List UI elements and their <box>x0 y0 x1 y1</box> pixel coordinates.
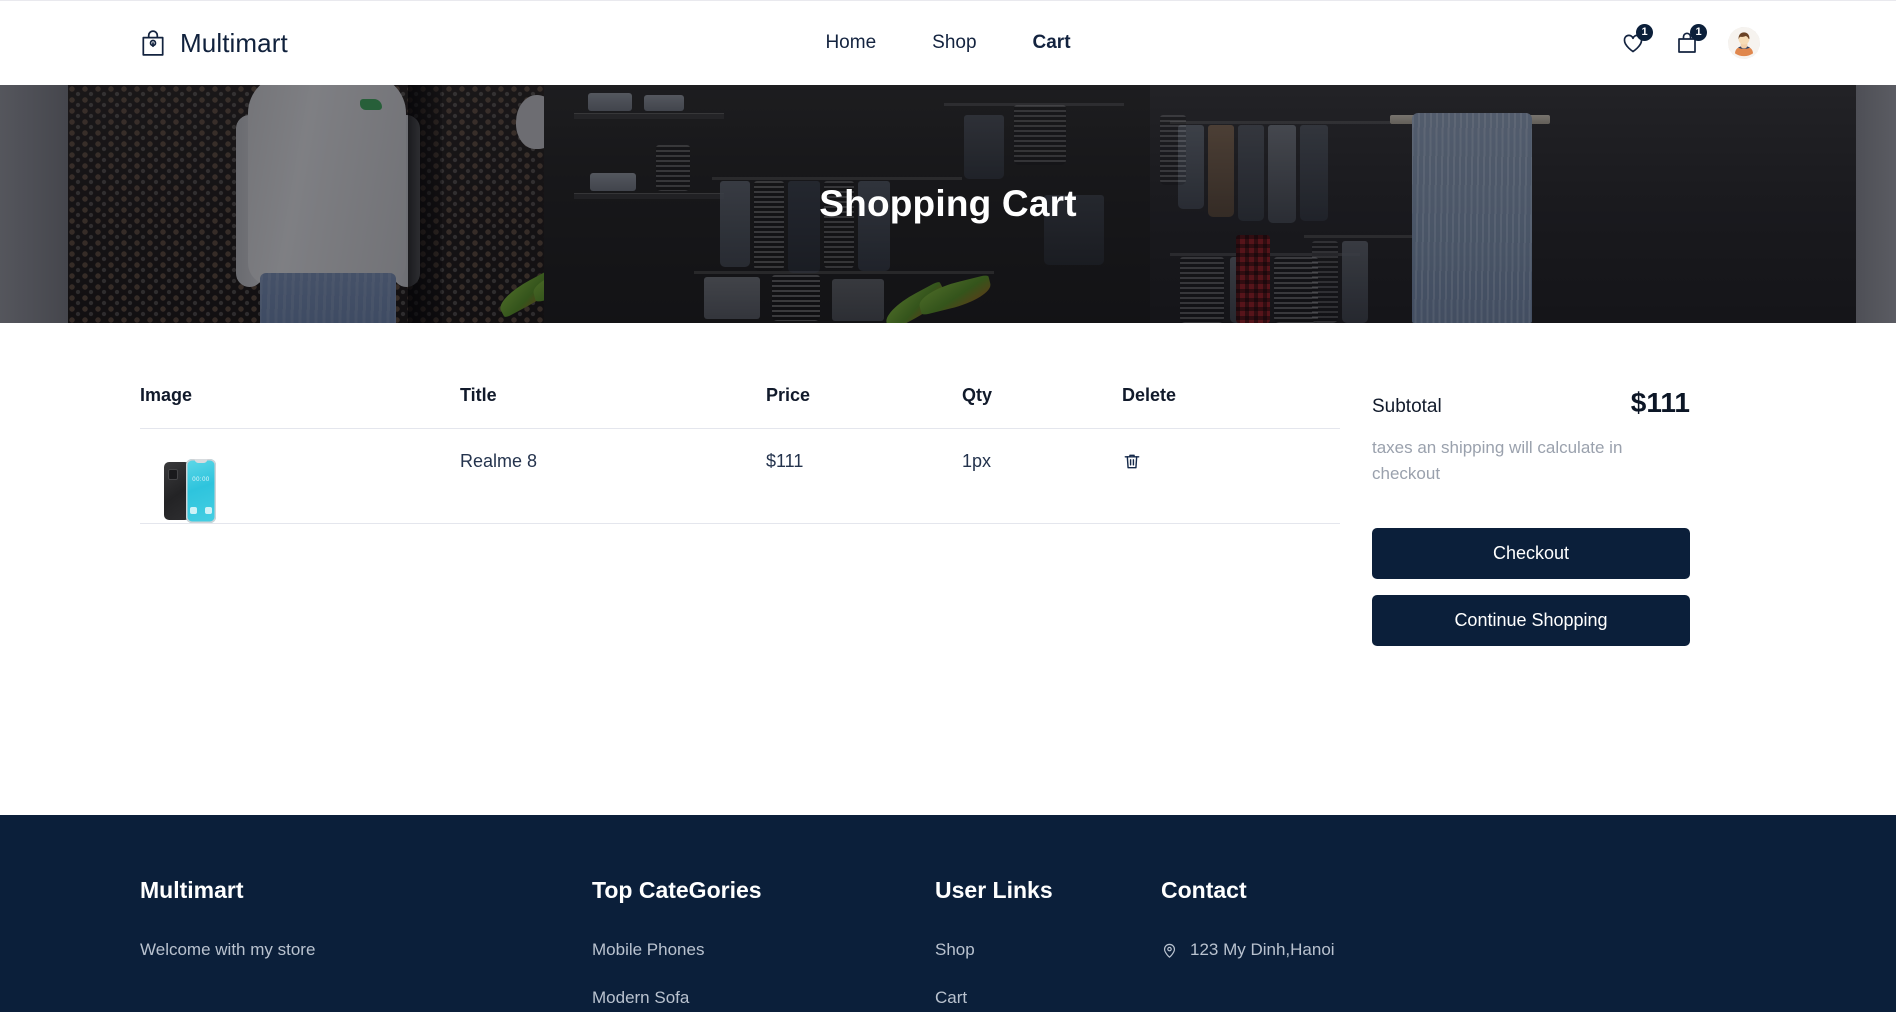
page-title: Shopping Cart <box>819 183 1077 224</box>
footer-brand-column: Multimart Welcome with my store <box>140 877 592 1012</box>
cell-price: $111 <box>766 451 804 471</box>
table-row: 00:00 Realme 8 $111 1px <box>140 429 1340 524</box>
column-header-qty: Qty <box>962 385 1122 429</box>
cart-table-panel: Image Title Price Qty Delete 00:00 Realm… <box>140 385 1340 815</box>
footer-categories-column: Top CateGories Mobile Phones Modern Sofa <box>592 877 935 1012</box>
footer-brand-title: Multimart <box>140 877 244 903</box>
summary-note: taxes an shipping will calculate in chec… <box>1372 438 1623 483</box>
footer-contact-column: Contact 123 My Dinh,Hanoi <box>1161 877 1501 1012</box>
cart-button[interactable]: 1 <box>1674 24 1707 58</box>
column-header-title: Title <box>460 385 766 429</box>
footer-contact-address: 123 My Dinh,Hanoi <box>1161 940 1501 960</box>
cart-count-badge: 1 <box>1690 24 1707 41</box>
delete-item-button[interactable] <box>1122 451 1142 471</box>
cell-qty: 1px <box>962 451 992 471</box>
checkout-button[interactable]: Checkout <box>1372 528 1690 579</box>
product-thumbnail[interactable]: 00:00 <box>164 459 216 523</box>
nav-item-cart[interactable]: Cart <box>1033 32 1071 54</box>
footer-link-modern-sofa[interactable]: Modern Sofa <box>592 988 935 1008</box>
footer-categories-title: Top CateGories <box>592 877 762 903</box>
wishlist-count-badge: 1 <box>1636 24 1653 41</box>
footer-link-cart[interactable]: Cart <box>935 988 1161 1008</box>
shopping-bag-icon <box>140 29 166 57</box>
header-actions: 1 1 <box>1620 24 1760 59</box>
footer-user-links-column: User Links Shop Cart <box>935 877 1161 1012</box>
footer-link-shop[interactable]: Shop <box>935 940 1161 960</box>
hero-banner: Shopping Cart <box>0 85 1896 323</box>
site-footer: Multimart Welcome with my store Top Cate… <box>0 815 1896 1012</box>
cell-delete <box>1122 429 1340 524</box>
trash-icon <box>1124 454 1140 469</box>
footer-link-mobile-phones[interactable]: Mobile Phones <box>592 940 935 960</box>
summary-actions: Checkout Continue Shopping <box>1372 528 1690 646</box>
column-header-image: Image <box>140 385 460 429</box>
main-nav: Home Shop Cart <box>825 32 1070 54</box>
avatar[interactable] <box>1728 27 1760 59</box>
cart-table-header-row: Image Title Price Qty Delete <box>140 385 1340 429</box>
phone-front-icon: 00:00 <box>186 459 216 523</box>
cart-page: Multimart Home Shop Cart 1 1 Shopping Ca… <box>0 0 1896 1012</box>
continue-shopping-button[interactable]: Continue Shopping <box>1372 595 1690 646</box>
cart-main: Image Title Price Qty Delete 00:00 Realm… <box>0 323 1896 815</box>
order-summary: Subtotal $111 taxes an shipping will cal… <box>1372 385 1690 815</box>
cell-image: 00:00 <box>140 429 460 524</box>
map-pin-icon <box>1163 943 1176 958</box>
brand-logo[interactable]: Multimart <box>140 28 288 59</box>
footer-contact-title: Contact <box>1161 877 1247 903</box>
site-header: Multimart Home Shop Cart 1 1 <box>0 0 1896 85</box>
wishlist-button[interactable]: 1 <box>1620 24 1653 58</box>
footer-address-text: 123 My Dinh,Hanoi <box>1190 940 1335 959</box>
user-avatar-icon <box>1728 27 1760 59</box>
summary-subtotal-row: Subtotal $111 <box>1372 387 1690 419</box>
footer-user-links-title: User Links <box>935 877 1053 903</box>
subtotal-label: Subtotal <box>1372 396 1442 417</box>
column-header-delete: Delete <box>1122 385 1340 429</box>
column-header-price: Price <box>766 385 962 429</box>
subtotal-amount: $111 <box>1630 387 1690 418</box>
cell-title: Realme 8 <box>460 451 538 471</box>
nav-item-shop[interactable]: Shop <box>932 32 976 54</box>
cart-table: Image Title Price Qty Delete 00:00 Realm… <box>140 385 1340 524</box>
brand-name: Multimart <box>180 27 288 58</box>
footer-brand-tagline: Welcome with my store <box>140 940 316 959</box>
nav-item-home[interactable]: Home <box>825 32 876 54</box>
